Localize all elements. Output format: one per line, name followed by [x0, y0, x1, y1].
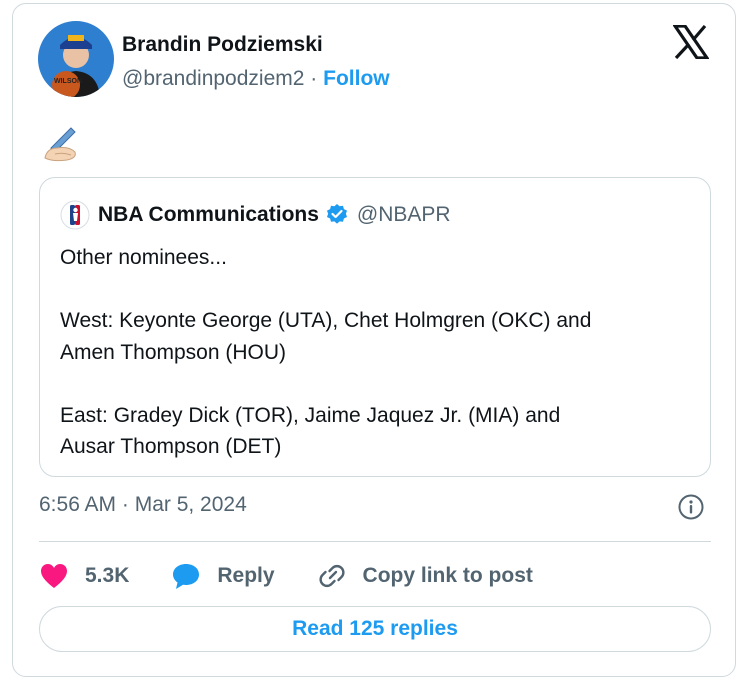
quoted-author-name: NBA Communications — [98, 203, 319, 226]
writing-hand-icon — [41, 124, 81, 164]
author-name[interactable]: Brandin Podziemski — [122, 33, 323, 57]
heart-icon — [41, 564, 67, 588]
tweet-timestamp[interactable]: 6:56 AM · Mar 5, 2024 — [39, 493, 247, 517]
copy-link-label: Copy link to post — [362, 564, 533, 587]
action-bar: 5.3K Reply Copy link to post — [39, 556, 575, 596]
author-handle[interactable]: @brandinpodziem2 — [122, 67, 304, 90]
quoted-author-handle: @NBAPR — [356, 203, 451, 226]
read-replies-button[interactable]: Read 125 replies — [39, 606, 711, 652]
author-handle-row: @brandinpodziem2 · Follow — [122, 67, 390, 91]
quoted-line: West: Keyonte George (UTA), Chet Holmgre… — [60, 309, 592, 332]
follow-button[interactable]: Follow — [323, 67, 390, 90]
like-button[interactable]: 5.3K — [39, 562, 129, 590]
quoted-line: East: Gradey Dick (TOR), Jaime Jaquez Jr… — [60, 403, 561, 427]
x-logo-icon[interactable] — [671, 24, 711, 60]
quoted-line: Amen Thompson (HOU) — [60, 340, 287, 364]
separator-dot: · — [310, 67, 318, 90]
info-icon[interactable] — [677, 493, 705, 521]
reply-button[interactable]: Reply — [171, 562, 275, 590]
link-icon — [318, 564, 345, 588]
quoted-tweet-header: NBA Communications @NBAPR — [60, 198, 451, 232]
copy-link-button[interactable]: Copy link to post — [317, 562, 533, 590]
divider — [39, 541, 711, 542]
quoted-line: Ausar Thompson (DET) — [60, 435, 282, 458]
quoted-tweet[interactable]: NBA Communications @NBAPR Other nominees… — [39, 177, 711, 477]
quoted-tweet-text: Other nominees... West: Keyonte George (… — [60, 242, 700, 463]
reply-label: Reply — [217, 564, 275, 587]
reply-bubble-icon — [173, 564, 200, 589]
verified-badge-icon — [325, 203, 349, 227]
like-count: 5.3K — [85, 564, 130, 587]
svg-text:WILSON: WILSON — [54, 78, 82, 85]
quoted-line: Other nominees... — [60, 246, 227, 269]
nba-logo-icon — [60, 200, 90, 230]
avatar[interactable]: WILSON — [38, 21, 114, 97]
tweet-card: WILSON Brandin Podziemski @brandinpodzie… — [12, 3, 736, 677]
